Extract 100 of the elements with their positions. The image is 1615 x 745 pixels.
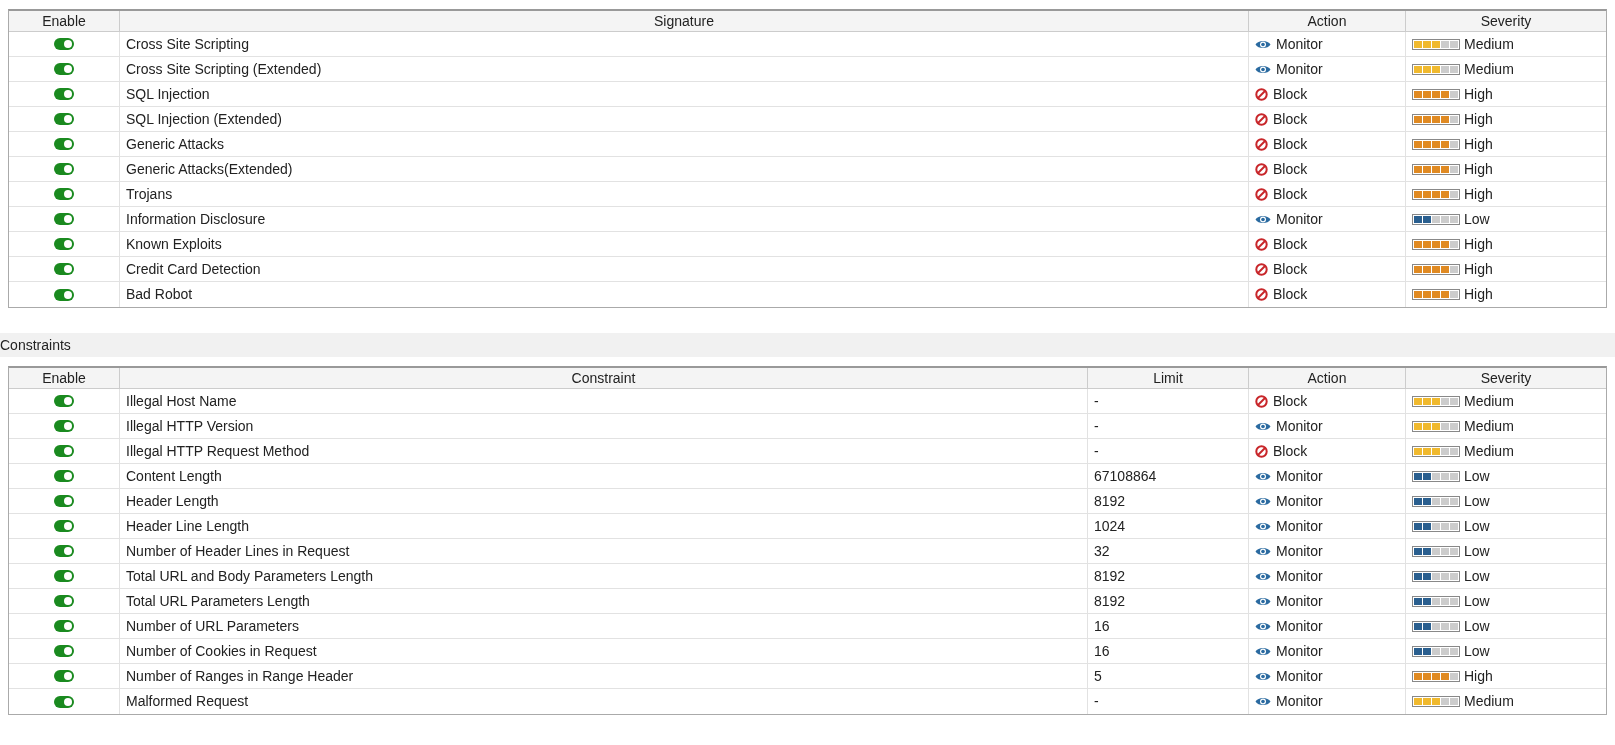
table-cell-text: - [1094,441,1099,461]
toggle-switch[interactable] [54,545,74,557]
action-label: Block [1273,234,1308,254]
toggle-switch[interactable] [54,395,74,407]
table-cell-text: 1024 [1094,516,1126,536]
action-label: Block [1273,109,1308,129]
severity-label: High [1464,134,1493,154]
table-cell-text: 8192 [1094,566,1126,586]
toggle-switch[interactable] [54,288,74,301]
prohibited-icon [1255,288,1268,301]
action-label: Block [1273,184,1308,204]
toggle-switch[interactable] [54,63,74,75]
severity-label: Medium [1464,34,1514,54]
severity-label: High [1464,84,1493,104]
column-header[interactable]: Enable [42,368,86,389]
column-header[interactable]: Severity [1480,368,1532,389]
column-header[interactable]: Action [1307,368,1347,389]
toggle-switch[interactable] [54,645,74,657]
action-label: Monitor [1276,466,1323,486]
toggle-switch[interactable] [54,670,74,682]
toggle-switch[interactable] [54,213,74,225]
action-label: Block [1273,159,1308,179]
prohibited-icon [1255,112,1268,126]
action-label: Monitor [1276,666,1323,686]
action-label: Monitor [1276,616,1323,636]
toggle-switch[interactable] [54,113,74,125]
toggle-switch[interactable] [54,38,74,50]
severity-label: High [1464,259,1493,279]
toggle-switch[interactable] [54,695,74,708]
table-cell-text: 16 [1094,616,1110,636]
column-header[interactable]: Action [1307,11,1347,32]
table-cell-text: Cross Site Scripting (Extended) [126,59,322,79]
toggle-switch[interactable] [54,420,74,432]
eye-icon [1255,495,1271,507]
action-label: Monitor [1276,641,1323,661]
severity-label: Low [1464,641,1490,661]
action-label: Block [1273,84,1308,104]
action-label: Monitor [1276,692,1323,711]
table-cell-text: 67108864 [1094,466,1157,486]
toggle-switch[interactable] [54,138,74,150]
severity-label: Low [1464,516,1490,536]
toggle-switch[interactable] [54,495,74,507]
severity-label: Low [1464,591,1490,611]
table-cell-text: Cross Site Scripting [126,34,249,54]
table-cell-text: Total URL and Body Parameters Length [126,566,373,586]
table-cell-text: Illegal HTTP Version [126,416,254,436]
table-cell-text: SQL Injection (Extended) [126,109,282,129]
eye-icon [1255,420,1271,432]
toggle-switch[interactable] [54,470,74,482]
toggle-switch[interactable] [54,88,74,100]
toggle-switch[interactable] [54,163,74,175]
toggle-switch[interactable] [54,188,74,200]
eye-icon [1255,696,1271,707]
severity-label: Low [1464,616,1490,636]
eye-icon [1255,570,1271,582]
action-label: Monitor [1276,59,1323,79]
severity-label: Low [1464,541,1490,561]
action-label: Block [1273,285,1308,304]
eye-icon [1255,645,1271,657]
toggle-switch[interactable] [54,570,74,582]
action-label: Monitor [1276,541,1323,561]
section-title: Constraints [0,335,71,355]
table-cell-text: Generic Attacks(Extended) [126,159,293,179]
toggle-switch[interactable] [54,238,74,250]
severity-label: High [1464,285,1493,304]
table-cell-text: 8192 [1094,491,1126,511]
eye-icon [1255,520,1271,532]
eye-icon [1255,545,1271,557]
table-cell-text: 5 [1094,666,1102,686]
prohibited-icon [1255,87,1268,101]
severity-label: Medium [1464,391,1514,411]
toggle-switch[interactable] [54,595,74,607]
severity-label: High [1464,184,1493,204]
table-cell-text: - [1094,692,1099,711]
table-cell-text: Number of Cookies in Request [126,641,317,661]
table-cell-text: Information Disclosure [126,209,266,229]
table-cell-text: Credit Card Detection [126,259,261,279]
action-label: Monitor [1276,566,1323,586]
toggle-switch[interactable] [54,263,74,275]
table-cell-text: Illegal Host Name [126,391,237,411]
table-cell-text: Header Length [126,491,219,511]
column-header[interactable]: Severity [1480,11,1532,32]
prohibited-icon [1255,137,1268,151]
table-cell-text: 8192 [1094,591,1126,611]
table-cell-text: SQL Injection [126,84,210,104]
table-cell-text: Illegal HTTP Request Method [126,441,310,461]
column-header[interactable]: Limit [1153,368,1183,389]
column-header[interactable]: Signature [654,11,714,32]
eye-icon [1255,620,1271,632]
column-header[interactable]: Constraint [571,368,636,389]
toggle-switch[interactable] [54,620,74,632]
severity-label: High [1464,109,1493,129]
severity-label: Medium [1464,441,1514,461]
table-cell-text: 16 [1094,641,1110,661]
severity-label: Low [1464,209,1490,229]
table-cell-text: Number of URL Parameters [126,616,299,636]
column-header[interactable]: Enable [42,11,86,32]
toggle-switch[interactable] [54,520,74,532]
toggle-switch[interactable] [54,445,74,457]
table-cell-text: Bad Robot [126,285,193,304]
